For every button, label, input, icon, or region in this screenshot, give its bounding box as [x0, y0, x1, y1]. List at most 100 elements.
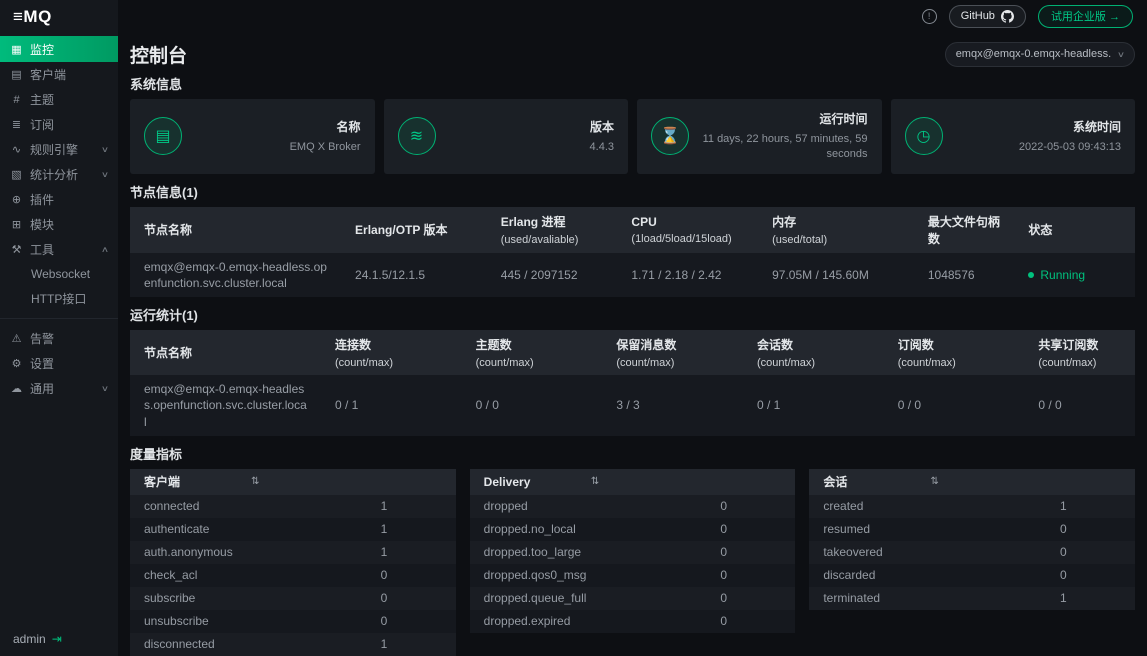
github-button[interactable]: GitHub — [949, 5, 1026, 28]
metrics-table-header: 会话 — [823, 473, 930, 490]
column-header: 保留消息数(count/max) — [602, 330, 743, 375]
card-label: 版本 — [436, 118, 615, 135]
sidebar-item-subscriptions[interactable]: ≣ 订阅 — [0, 112, 118, 137]
table-row: emqx@emqx-0.emqx-headless.openfunction.s… — [130, 375, 1135, 436]
list-item: check_acl0 — [130, 564, 456, 587]
sort-icon[interactable]: ⇅ — [931, 476, 939, 487]
sidebar-item-analytics[interactable]: ▧ 统计分析 ∨ — [0, 162, 118, 187]
max-fds-cell: 1048576 — [914, 253, 1015, 297]
card-label: 系统时间 — [943, 118, 1122, 135]
memory-cell: 97.05M / 145.60M — [758, 253, 914, 297]
tools-icon: ⚒ — [10, 243, 23, 256]
emq-logo: ≡MQ — [0, 0, 118, 34]
system-info-card-version: ≋ 版本 4.4.3 — [384, 99, 629, 174]
card-label: 名称 — [182, 118, 361, 135]
sidebar-divider — [0, 318, 118, 319]
modules-icon: ⊞ — [10, 218, 23, 231]
list-item: subscribe0 — [130, 587, 456, 610]
table-row: emqx@emqx-0.emqx-headless.openfunction.s… — [130, 253, 1135, 297]
logout-icon[interactable]: ⇥ — [52, 632, 62, 646]
analytics-icon: ▧ — [10, 168, 23, 181]
list-item: dropped.qos0_msg0 — [470, 564, 796, 587]
status-dot — [1028, 272, 1034, 278]
otp-version-cell: 24.1.5/12.1.5 — [341, 253, 487, 297]
list-item: dropped0 — [470, 495, 796, 518]
status-badge: Running — [1040, 268, 1085, 282]
sidebar-item-settings[interactable]: ⚙ 设置 — [0, 351, 118, 376]
list-item: connected1 — [130, 495, 456, 518]
chevron-down-icon: ∨ — [101, 384, 109, 393]
sidebar-item-modules[interactable]: ⊞ 模块 — [0, 212, 118, 237]
alert-icon: ⚠ — [10, 332, 23, 345]
node-name-cell: emqx@emqx-0.emqx-headless.openfunction.s… — [130, 253, 341, 297]
main-area: ! GitHub 试用企业版 → 控制台 emqx@emqx-0.emqx-he… — [118, 0, 1147, 656]
list-item: terminated1 — [809, 587, 1135, 610]
sort-icon[interactable]: ⇅ — [251, 476, 259, 487]
sidebar-item-label: HTTP接口 — [31, 290, 86, 307]
column-header: Erlang/OTP 版本 — [341, 207, 487, 253]
topbar: ! GitHub 试用企业版 → — [118, 0, 1147, 32]
sidebar-item-clients[interactable]: ▤ 客户端 — [0, 62, 118, 87]
page-content: 控制台 emqx@emqx-0.emqx-headless. ∨ 系统信息 ▤ … — [118, 32, 1147, 656]
clients-icon: ▤ — [10, 68, 23, 81]
sidebar-item-topics[interactable]: # 主题 — [0, 87, 118, 112]
cpu-load-cell: 1.71 / 2.18 / 2.42 — [617, 253, 758, 297]
list-item: dropped.too_large0 — [470, 541, 796, 564]
column-header: 订阅数(count/max) — [884, 330, 1025, 375]
sidebar-item-label: 监控 — [30, 41, 54, 58]
general-icon: ☁ — [10, 382, 23, 395]
run-stats-table: 节点名称 连接数(count/max) 主题数(count/max) 保留消息数… — [130, 330, 1135, 436]
sidebar-item-label: 插件 — [30, 191, 54, 208]
sessions-cell: 0 / 1 — [743, 375, 884, 436]
rule-engine-icon: ∿ — [10, 143, 23, 156]
username: admin — [13, 632, 46, 646]
column-header: CPU(1load/5load/15load) — [617, 207, 758, 253]
github-icon — [1001, 10, 1014, 23]
column-header: 状态 — [1014, 207, 1135, 253]
sidebar-item-label: 规则引擎 — [30, 141, 78, 158]
gear-icon: ⚙ — [10, 357, 23, 370]
sidebar-item-http-api[interactable]: HTTP接口 — [0, 286, 118, 310]
sidebar-item-plugins[interactable]: ⊕ 插件 — [0, 187, 118, 212]
column-header: 会话数(count/max) — [743, 330, 884, 375]
topics-cell: 0 / 0 — [462, 375, 603, 436]
section-title-system-info: 系统信息 — [130, 78, 1135, 92]
card-value: 11 days, 22 hours, 57 minutes, 59 second… — [689, 132, 868, 163]
list-item: auth.anonymous1 — [130, 541, 456, 564]
sidebar-item-alerts[interactable]: ⚠ 告警 — [0, 326, 118, 351]
sidebar-item-label: Websocket — [31, 267, 90, 281]
column-header: 最大文件句柄数 — [914, 207, 1015, 253]
file-icon: ▤ — [155, 126, 170, 146]
sidebar-item-monitoring[interactable]: ▦ 监控 — [0, 36, 118, 62]
sidebar: ≡MQ ▦ 监控 ▤ 客户端 # 主题 ≣ 订阅 ∿ 规则引擎 ∨ ▧ 统计分析… — [0, 0, 118, 656]
chevron-down-icon: ∨ — [1117, 50, 1125, 59]
sort-icon[interactable]: ⇅ — [591, 476, 599, 487]
page-title: 控制台 — [130, 41, 187, 68]
plugins-icon: ⊕ — [10, 193, 23, 206]
erlang-processes-cell: 445 / 2097152 — [487, 253, 618, 297]
system-info-cards: ▤ 名称 EMQ X Broker ≋ 版本 4.4.3 ⌛ 运行时间 11 d… — [130, 99, 1135, 174]
alert-badge-icon[interactable]: ! — [922, 9, 937, 24]
status-cell: Running — [1014, 253, 1135, 297]
card-value: EMQ X Broker — [182, 140, 361, 155]
sidebar-item-rule-engine[interactable]: ∿ 规则引擎 ∨ — [0, 137, 118, 162]
github-button-label: GitHub — [961, 10, 995, 22]
system-info-card-uptime: ⌛ 运行时间 11 days, 22 hours, 57 minutes, 59… — [637, 99, 882, 174]
list-item: dropped.no_local0 — [470, 518, 796, 541]
column-header: 内存(used/total) — [758, 207, 914, 253]
metrics-table-delivery: Delivery ⇅ dropped0 dropped.no_local0 dr… — [470, 469, 796, 633]
sidebar-item-label: 设置 — [30, 355, 54, 372]
sidebar-item-general[interactable]: ☁ 通用 ∨ — [0, 376, 118, 401]
card-label: 运行时间 — [689, 110, 868, 127]
sidebar-item-tools[interactable]: ⚒ 工具 ∧ — [0, 237, 118, 262]
sidebar-item-label: 统计分析 — [30, 166, 78, 183]
list-item: resumed0 — [809, 518, 1135, 541]
list-item: unsubscribe0 — [130, 610, 456, 633]
sidebar-item-websocket[interactable]: Websocket — [0, 262, 118, 286]
node-selector-dropdown[interactable]: emqx@emqx-0.emqx-headless. ∨ — [945, 42, 1135, 67]
node-name-cell: emqx@emqx-0.emqx-headless.openfunction.s… — [130, 375, 321, 436]
column-header: 连接数(count/max) — [321, 330, 462, 375]
metrics-table-header: 客户端 — [144, 473, 251, 490]
trial-enterprise-button[interactable]: 试用企业版 → — [1038, 5, 1133, 28]
subscriptions-cell: 0 / 0 — [884, 375, 1025, 436]
